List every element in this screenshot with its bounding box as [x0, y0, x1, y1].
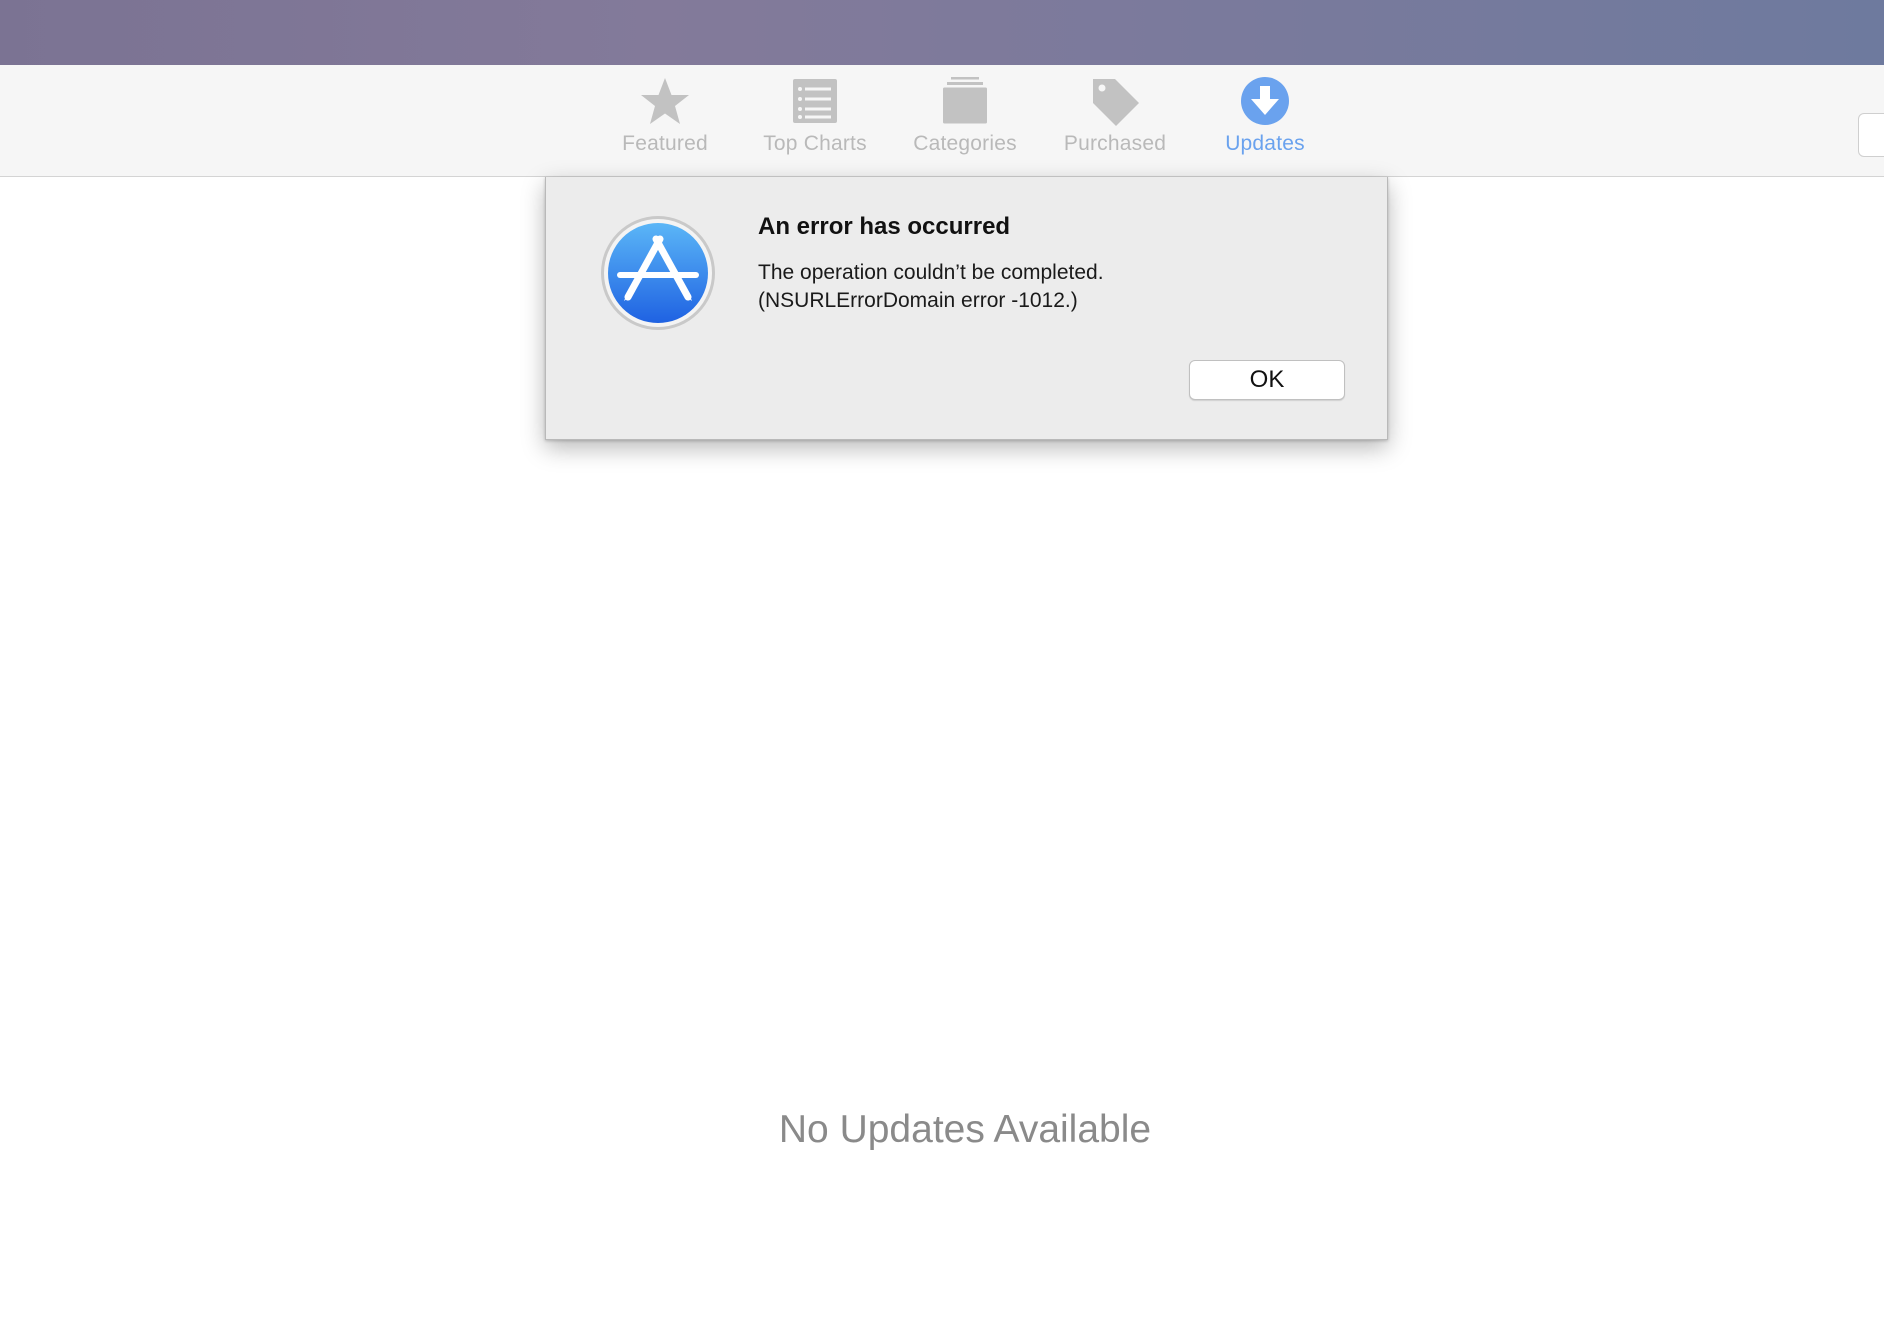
- alert-message-line: The operation couldn’t be completed.: [758, 261, 1104, 284]
- tab-purchased[interactable]: Purchased: [1040, 75, 1190, 170]
- ok-button[interactable]: OK: [1189, 360, 1345, 400]
- tab-updates[interactable]: Updates: [1190, 75, 1340, 170]
- alert-title: An error has occurred: [758, 213, 1011, 240]
- tab-label: Featured: [622, 132, 708, 155]
- tab-categories[interactable]: Categories: [890, 75, 1040, 170]
- window-titlebar[interactable]: [0, 0, 1884, 65]
- tab-label: Categories: [913, 132, 1017, 155]
- tab-featured[interactable]: Featured: [590, 75, 740, 170]
- tag-icon: [1087, 75, 1143, 131]
- tab-label: Top Charts: [763, 132, 867, 155]
- toolbar: Featured Top Charts Categories Purchased…: [0, 65, 1884, 177]
- alert-message: The operation couldn’t be completed. (NS…: [758, 259, 1358, 315]
- list-icon: [787, 75, 843, 131]
- tab-label: Updates: [1225, 132, 1305, 155]
- error-alert-dialog: An error has occurred The operation coul…: [545, 177, 1388, 440]
- alert-message-line: (NSURLErrorDomain error -1012.): [758, 289, 1078, 312]
- tab-label: Purchased: [1063, 132, 1167, 155]
- tab-top-charts[interactable]: Top Charts: [740, 75, 890, 170]
- no-updates-message: No Updates Available: [778, 1108, 1152, 1151]
- stack-icon: [937, 75, 993, 131]
- download-arrow-icon: [1237, 75, 1293, 131]
- app-store-icon: [600, 215, 716, 331]
- search-field[interactable]: [1858, 113, 1884, 157]
- star-icon: [637, 75, 693, 131]
